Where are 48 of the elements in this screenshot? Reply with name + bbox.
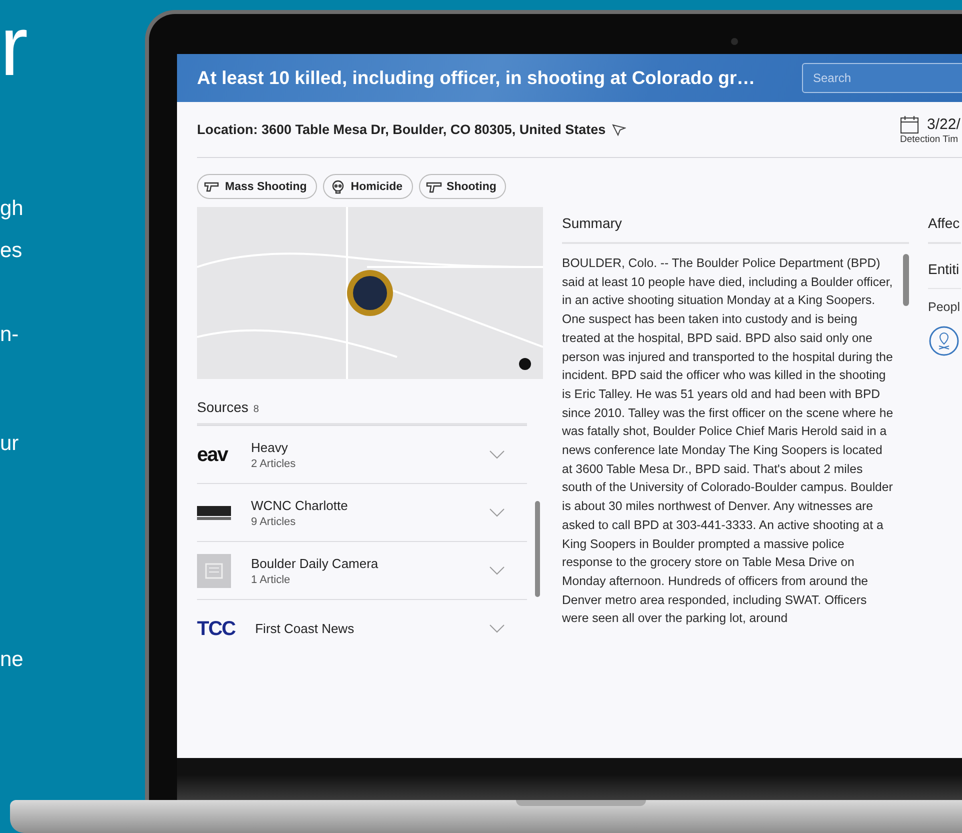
chevron-down-icon[interactable] — [489, 624, 505, 633]
detection-label: Detection Tim — [900, 134, 960, 144]
source-name: WCNC Charlotte — [251, 498, 349, 512]
source-row[interactable]: TCC First Coast News — [197, 599, 527, 636]
marketing-text: gh — [0, 198, 24, 219]
marketing-text: ur — [0, 433, 19, 454]
tag-chip[interactable]: Shooting — [418, 174, 506, 199]
article-count: 9 Articles — [251, 516, 297, 528]
marketing-text: ne — [0, 649, 24, 670]
newspaper-icon — [197, 554, 231, 588]
tag-chip[interactable]: Mass Shooting — [197, 174, 317, 199]
location-pin-icon[interactable] — [928, 325, 960, 357]
skull-icon — [330, 180, 346, 194]
summary-title: Summary — [562, 215, 622, 231]
camera-icon — [731, 38, 738, 45]
affected-title: Affec — [928, 215, 960, 231]
search-field[interactable]: Search — [802, 63, 962, 93]
sources-title: Sources — [197, 399, 248, 415]
people-label: Peopl — [928, 299, 961, 316]
source-row[interactable]: WCNC Charlotte 9 Articles — [197, 483, 527, 541]
article-count: 1 Article — [251, 574, 292, 586]
source-name: Heavy — [251, 440, 289, 454]
scrollbar[interactable] — [903, 254, 909, 306]
marketing-text: r — [0, 4, 28, 88]
tag-chip[interactable]: Homicide — [322, 174, 413, 199]
chevron-down-icon[interactable] — [489, 450, 505, 459]
calendar-icon — [900, 114, 919, 134]
pistol-icon — [426, 180, 442, 194]
event-title: At least 10 killed, including officer, in shooting at Colorado gr… — [197, 67, 756, 89]
sources-count: 8 — [253, 404, 259, 415]
entities-title: Entiti — [928, 261, 960, 277]
scrollbar[interactable] — [535, 501, 540, 597]
source-name: First Coast News — [255, 621, 356, 636]
marketing-text: es — [0, 240, 22, 261]
source-row[interactable]: eav Heavy 2 Articles — [197, 425, 527, 483]
chevron-down-icon[interactable] — [489, 566, 505, 575]
source-name: Boulder Daily Camera — [251, 556, 380, 570]
marketing-text: n- — [0, 324, 19, 345]
logo: eav — [197, 444, 229, 464]
cursor-arrow-icon[interactable] — [612, 122, 626, 136]
summary-text: BOULDER, Colo. -- The Boulder Police Department (BPD) said at least 10 people have died, including a Boulder officer, in an active shooting situation Monday at a King Soopers. One suspect has been taken into custody and is being treated at the hospital, BPD said. BPD also said only one person was injured and transported to the hospital during the incident. BPD said the officer who was killed in the shooting is Eric Talley. He was 51 years old and had been with BPD since 2010. Talley was the first officer on the scene where he was fatally shot, Boulder Police Chief Maris Herold said in a news conference late Monday The King Soopers is located at 3600 Table Mesa Dr., BPD said. That's about 2 miles south of the University of Colorado-Boulder campus. Boulder is about 30 miles northwest of Denver. Any witnesses are asked to call BPD at 303-441-3333. An active shooting at a King Soopers in Boulder prompted a massive police response to the grocery store on Table Mesa Drive on Monday afternoon. Hundreds of officers from around the Denver metro area responded, including SWAT. Officers were seen all over the parking lot, around — [562, 255, 894, 628]
location-text: Location: 3600 Table Mesa Dr, Boulder, CO 80305, United States — [197, 122, 606, 137]
detection-date: 3/22/ — [927, 116, 960, 132]
source-row[interactable]: Boulder Daily Camera 1 Article — [197, 541, 527, 599]
article-count: 2 Articles — [251, 458, 297, 470]
logo: TCC — [197, 618, 236, 636]
logo-icon — [197, 506, 231, 520]
chevron-down-icon[interactable] — [489, 508, 505, 517]
